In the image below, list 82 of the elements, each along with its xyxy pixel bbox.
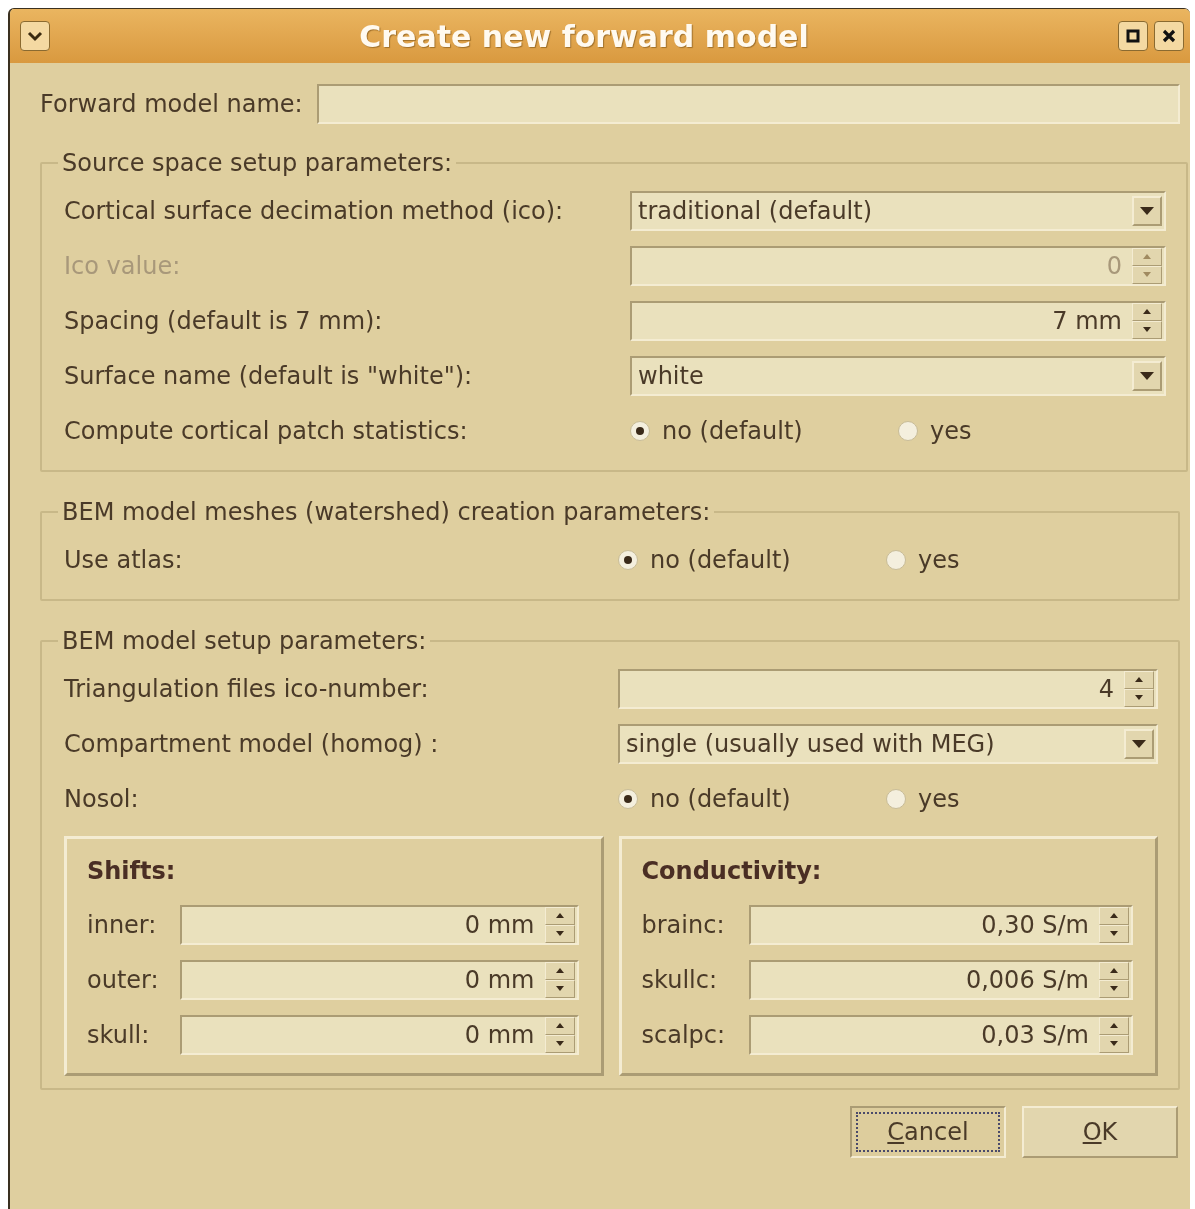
radio-button[interactable] [630, 420, 650, 441]
dropdown[interactable]: white [630, 355, 1166, 396]
panel-title: Conductivity: [641, 857, 823, 887]
field-label: scalpc: [641, 1020, 727, 1049]
dropdown-value: traditional (default) [637, 196, 874, 225]
spin-up-icon[interactable] [544, 1016, 575, 1035]
dialog-button[interactable]: Cancel [850, 1106, 1006, 1158]
radio-button[interactable] [618, 549, 638, 570]
field-label: Compute cortical patch statistics: [64, 416, 469, 445]
spin-value: 7 mm [1051, 306, 1123, 335]
spin-box[interactable]: 0 mm [180, 1014, 579, 1055]
spin-up-icon[interactable] [1099, 961, 1129, 980]
spin-up-icon[interactable] [1124, 670, 1154, 689]
field-label: inner: [87, 910, 158, 939]
field-label: skull: [87, 1020, 151, 1049]
field-label: Use atlas: [64, 545, 184, 574]
radio-option[interactable]: no (default) [630, 416, 898, 445]
radio-option[interactable]: yes [898, 416, 1166, 445]
spin-value: 0,006 S/m [964, 965, 1090, 994]
radio-button[interactable] [886, 549, 906, 570]
spin-up-icon[interactable] [1099, 906, 1129, 925]
spin-value: 0,30 S/m [980, 910, 1090, 939]
radio-label: yes [918, 545, 960, 574]
spin-up-icon[interactable] [544, 906, 575, 925]
spin-value: 0 mm [463, 965, 536, 994]
radio-button[interactable] [898, 420, 918, 441]
spin-box[interactable]: 7 mm [630, 300, 1166, 341]
field-label: Triangulation files ico-number: [64, 674, 430, 703]
radio-option[interactable]: yes [886, 545, 1154, 574]
spin-down-icon[interactable] [544, 924, 575, 943]
dialog-button[interactable]: OK [1022, 1106, 1178, 1158]
spin-box[interactable]: 0,30 S/m [748, 904, 1133, 945]
radio-label: yes [930, 416, 972, 445]
field-label: outer: [87, 965, 160, 994]
maximize-button[interactable] [1118, 21, 1148, 51]
panel-title: Shifts: [87, 857, 177, 887]
spin-value: 4 [1097, 674, 1115, 703]
dropdown-value: single (usually used with MEG) [625, 729, 996, 758]
field-label: brainc: [641, 910, 726, 939]
spin-up-icon[interactable] [1132, 302, 1162, 321]
field-label: skullc: [641, 965, 718, 994]
group-title: BEM model setup parameters: [61, 627, 428, 655]
spin-box[interactable]: 0 mm [180, 904, 579, 945]
spin-value: 0 [1105, 251, 1123, 280]
spin-down-icon[interactable] [544, 1034, 575, 1053]
spin-box[interactable]: 0,03 S/m [748, 1014, 1133, 1055]
radio-label: yes [918, 784, 960, 813]
field-label: Surface name (default is "white"): [64, 361, 474, 390]
spin-value: 0 mm [463, 910, 536, 939]
field-label: Spacing (default is 7 mm): [64, 306, 384, 335]
close-icon [1162, 29, 1176, 43]
group-title: BEM model meshes (watershed) creation parameters: [61, 498, 712, 526]
square-icon [1126, 29, 1140, 43]
field-label: Nosol: [64, 784, 140, 813]
name-field[interactable] [316, 84, 1180, 124]
dropdown[interactable]: single (usually used with MEG) [618, 723, 1158, 764]
spin-up-icon[interactable] [1099, 1016, 1129, 1035]
dropdown-value: white [637, 361, 705, 390]
field-label: Forward model name: [40, 90, 303, 118]
radio-option[interactable]: no (default) [618, 545, 886, 574]
radio-option[interactable]: no (default) [618, 784, 886, 813]
spin-value: 0 mm [463, 1020, 536, 1049]
field-label: Cortical surface decimation method (ico): [64, 196, 565, 225]
close-button[interactable] [1154, 21, 1184, 51]
spin-value: 0,03 S/m [980, 1020, 1090, 1049]
radio-button[interactable] [618, 788, 638, 809]
spin-box[interactable]: 0 mm [180, 959, 579, 1000]
spin-box[interactable]: 0,006 S/m [748, 959, 1133, 1000]
radio-label: no (default) [650, 545, 791, 574]
spin-box[interactable]: 4 [618, 668, 1158, 709]
spin-down-icon[interactable] [544, 979, 575, 998]
chevron-down-icon [27, 30, 43, 42]
group-title: Source space setup parameters: [61, 149, 454, 177]
radio-label: no (default) [662, 416, 803, 445]
dropdown[interactable]: traditional (default) [630, 190, 1166, 231]
field-label: Compartment model (homog) : [64, 729, 440, 758]
window-title: Create new forward model [358, 18, 810, 54]
radio-label: no (default) [650, 784, 791, 813]
radio-button[interactable] [886, 788, 906, 809]
radio-option[interactable]: yes [886, 784, 1154, 813]
spin-up-icon[interactable] [544, 961, 575, 980]
window-menu-button[interactable] [20, 21, 50, 51]
